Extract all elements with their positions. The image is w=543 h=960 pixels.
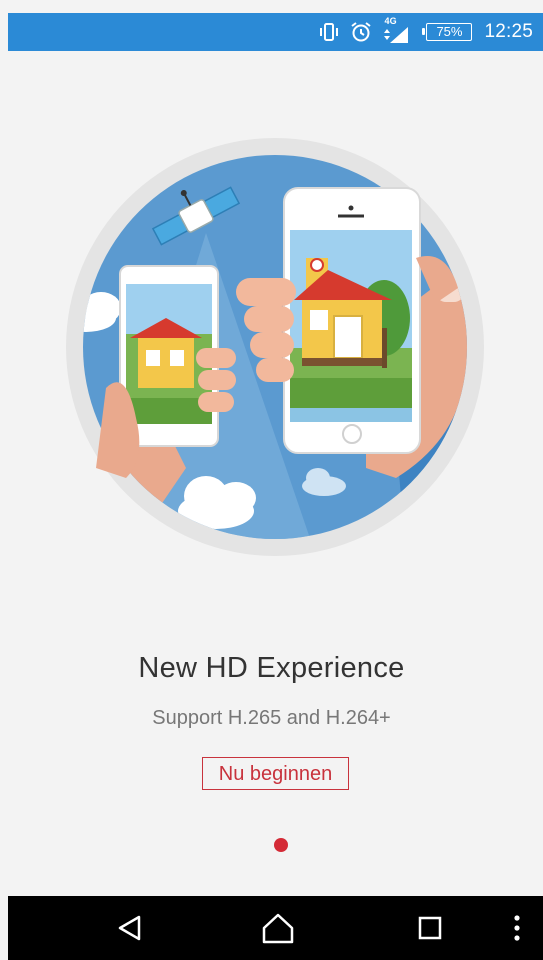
back-icon[interactable] <box>110 896 150 960</box>
start-button[interactable]: Nu beginnen <box>202 757 349 790</box>
signal-icon: 4G <box>382 16 412 45</box>
hero-illustration <box>66 138 484 556</box>
page-subtitle: Support H.265 and H.264+ <box>152 707 391 729</box>
navigation-bar <box>8 896 543 960</box>
home-icon[interactable] <box>258 896 298 960</box>
overflow-menu-icon[interactable] <box>502 896 532 960</box>
recents-icon[interactable] <box>410 896 450 960</box>
battery-level: 75% <box>436 24 463 39</box>
page-title: New HD Experience <box>138 652 405 684</box>
status-time: 12:25 <box>484 21 533 42</box>
alarm-icon <box>350 21 372 43</box>
battery-icon: 75% <box>422 23 473 41</box>
vibrate-icon <box>318 21 340 43</box>
status-icons: 4G 75% 12:25 <box>318 13 543 51</box>
status-bar: 4G 75% 12:25 <box>8 13 543 51</box>
page-indicator-dot <box>274 838 288 852</box>
